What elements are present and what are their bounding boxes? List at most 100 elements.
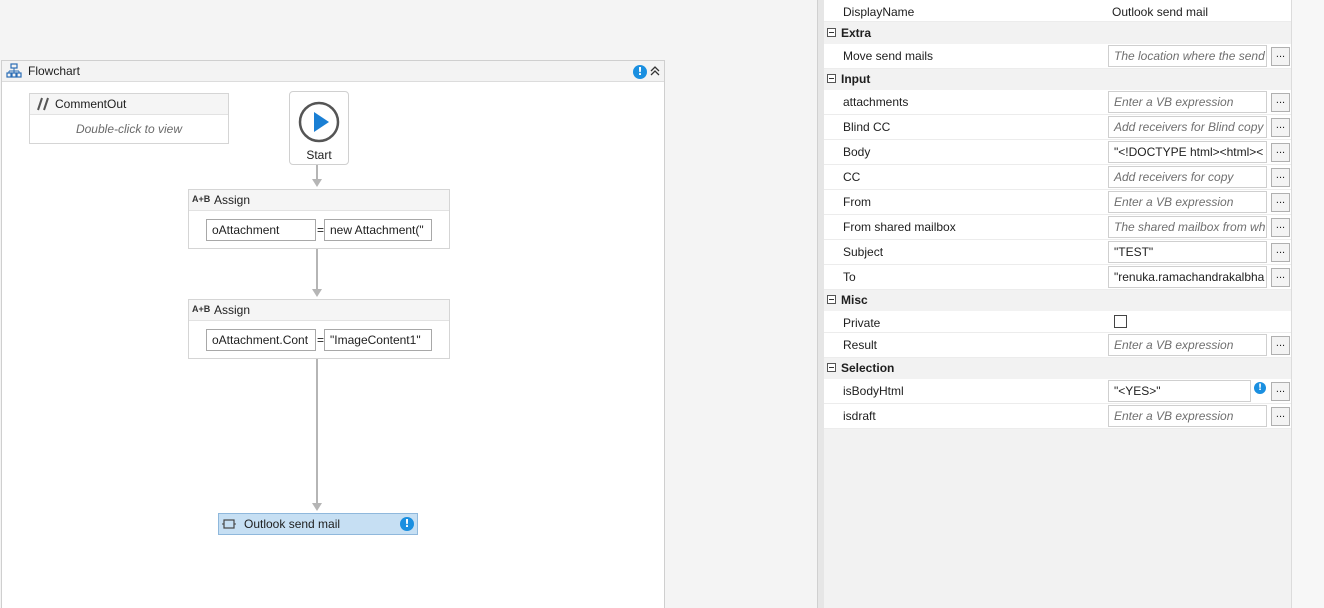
validation-warning-icon[interactable]: !: [1254, 382, 1266, 394]
collapse-toggle-icon[interactable]: [827, 28, 836, 37]
commentout-hint: Double-click to view: [75, 122, 183, 136]
category-label: Selection: [841, 361, 895, 375]
property-value-input[interactable]: The location where the send: [1108, 45, 1267, 67]
category-label: Extra: [841, 26, 872, 40]
outlook-activity-title: Outlook send mail: [244, 517, 341, 531]
property-row-displayname[interactable]: DisplayName Outlook send mail: [824, 0, 1291, 22]
start-play-icon: [298, 101, 340, 143]
property-label: DisplayName: [843, 5, 915, 19]
collapse-toggle-icon[interactable]: [827, 74, 836, 83]
property-value-input[interactable]: Add receivers for Blind copy: [1108, 116, 1267, 138]
assign-icon: A+B: [192, 194, 211, 204]
connector-assign1-assign2: [316, 249, 318, 291]
property-row-from[interactable]: From Enter a VB expression ...: [824, 190, 1291, 215]
property-row-from-shared-mailbox[interactable]: From shared mailbox The shared mailbox f…: [824, 215, 1291, 240]
ellipsis-button[interactable]: ...: [1271, 336, 1290, 355]
property-label: attachments: [843, 95, 909, 109]
property-row-isdraft[interactable]: isdraft Enter a VB expression ...: [824, 404, 1291, 429]
property-value-input[interactable]: "<YES>": [1108, 380, 1251, 402]
ellipsis-button[interactable]: ...: [1271, 118, 1290, 137]
outlook-activity-icon: [222, 517, 236, 531]
assign-header: A+B Assign: [189, 300, 449, 321]
connector-arrow: [312, 503, 322, 511]
flowchart-container[interactable]: Flowchart ! CommentOut Double-click to v…: [1, 60, 665, 608]
property-value-input[interactable]: "<!DOCTYPE html><html><: [1108, 141, 1267, 163]
ellipsis-button[interactable]: ...: [1271, 93, 1290, 112]
ellipsis-button[interactable]: ...: [1271, 382, 1290, 401]
assign-to-field[interactable]: oAttachment.Cont: [206, 329, 316, 351]
property-value-input[interactable]: "renuka.ramachandrakalbha: [1108, 266, 1267, 288]
validation-warning-icon[interactable]: !: [633, 65, 647, 79]
ellipsis-button[interactable]: ...: [1271, 193, 1290, 212]
assign-activity-1[interactable]: A+B Assign oAttachment = new Attachment(…: [188, 189, 450, 249]
designer-canvas[interactable]: Flowchart ! CommentOut Double-click to v…: [0, 0, 812, 608]
commentout-header: CommentOut: [30, 94, 228, 115]
collapse-toggle-icon[interactable]: [827, 363, 836, 372]
property-label: CC: [843, 170, 861, 184]
property-value-input[interactable]: The shared mailbox from wh: [1108, 216, 1267, 238]
property-row-cc[interactable]: CC Add receivers for copy ...: [824, 165, 1291, 190]
category-label: Misc: [841, 293, 868, 307]
ellipsis-button[interactable]: ...: [1271, 243, 1290, 262]
property-label: Subject: [843, 245, 884, 259]
ellipsis-button[interactable]: ...: [1271, 143, 1290, 162]
ellipsis-button[interactable]: ...: [1271, 268, 1290, 287]
assign-value-field[interactable]: "ImageContent1": [324, 329, 432, 351]
assign-icon: A+B: [192, 304, 211, 314]
property-value-input[interactable]: Enter a VB expression: [1108, 91, 1267, 113]
assign-value-field[interactable]: new Attachment(": [324, 219, 432, 241]
category-misc[interactable]: Misc: [824, 290, 1291, 311]
property-row-attachments[interactable]: attachments Enter a VB expression ...: [824, 90, 1291, 115]
assign-header: A+B Assign: [189, 190, 449, 211]
property-row-to[interactable]: To "renuka.ramachandrakalbha ...: [824, 265, 1291, 290]
assign-activity-2[interactable]: A+B Assign oAttachment.Cont = "ImageCont…: [188, 299, 450, 359]
ellipsis-button[interactable]: ...: [1271, 407, 1290, 426]
commentout-activity[interactable]: CommentOut Double-click to view: [29, 93, 229, 144]
property-row-move-send-mails[interactable]: Move send mails The location where the s…: [824, 44, 1291, 69]
property-value-input[interactable]: Enter a VB expression: [1108, 405, 1267, 427]
connector-arrow: [312, 289, 322, 297]
property-label: Private: [843, 316, 881, 330]
outlook-send-mail-activity[interactable]: Outlook send mail !: [218, 513, 418, 535]
category-input[interactable]: Input: [824, 69, 1291, 90]
assign-to-field[interactable]: oAttachment: [206, 219, 316, 241]
property-label: To: [843, 270, 856, 284]
property-row-isbodyhtml[interactable]: isBodyHtml "<YES>" ! ...: [824, 379, 1291, 404]
property-label: Blind CC: [843, 120, 891, 134]
properties-scrollbar[interactable]: [1291, 0, 1324, 608]
private-checkbox[interactable]: [1114, 315, 1127, 328]
property-label: Move send mails: [843, 49, 934, 63]
commentout-title: CommentOut: [55, 97, 127, 111]
property-value-input[interactable]: Add receivers for copy: [1108, 166, 1267, 188]
property-value[interactable]: Outlook send mail: [1112, 5, 1208, 19]
properties-panel[interactable]: DisplayName Outlook send mail Extra Move…: [817, 0, 1324, 608]
property-value-input[interactable]: Enter a VB expression: [1108, 191, 1267, 213]
category-selection[interactable]: Selection: [824, 358, 1291, 379]
collapse-icon[interactable]: [648, 63, 662, 79]
property-value-input[interactable]: "TEST": [1108, 241, 1267, 263]
assign-equals: =: [317, 333, 325, 347]
ellipsis-button[interactable]: ...: [1271, 168, 1290, 187]
property-label: Body: [843, 145, 871, 159]
property-row-subject[interactable]: Subject "TEST" ...: [824, 240, 1291, 265]
property-row-private[interactable]: Private: [824, 311, 1291, 333]
property-value-input[interactable]: Enter a VB expression: [1108, 334, 1267, 356]
category-extra[interactable]: Extra: [824, 23, 1291, 44]
assign-equals: =: [317, 223, 325, 237]
ellipsis-button[interactable]: ...: [1271, 47, 1290, 66]
property-label: Result: [843, 338, 878, 352]
ellipsis-button[interactable]: ...: [1271, 218, 1290, 237]
assign-title: Assign: [214, 303, 251, 317]
property-row-blind-cc[interactable]: Blind CC Add receivers for Blind copy ..…: [824, 115, 1291, 140]
connector-assign2-outlook: [316, 359, 318, 505]
start-label: Start: [306, 148, 332, 162]
collapse-toggle-icon[interactable]: [827, 295, 836, 304]
start-node[interactable]: Start: [289, 91, 349, 165]
property-row-body[interactable]: Body "<!DOCTYPE html><html>< ...: [824, 140, 1291, 165]
category-label: Input: [841, 72, 871, 86]
validation-warning-icon[interactable]: !: [400, 517, 414, 531]
flowchart-header[interactable]: Flowchart !: [2, 61, 664, 82]
flowchart-icon: [6, 63, 22, 79]
property-row-result[interactable]: Result Enter a VB expression ...: [824, 333, 1291, 358]
assign-title: Assign: [214, 193, 251, 207]
